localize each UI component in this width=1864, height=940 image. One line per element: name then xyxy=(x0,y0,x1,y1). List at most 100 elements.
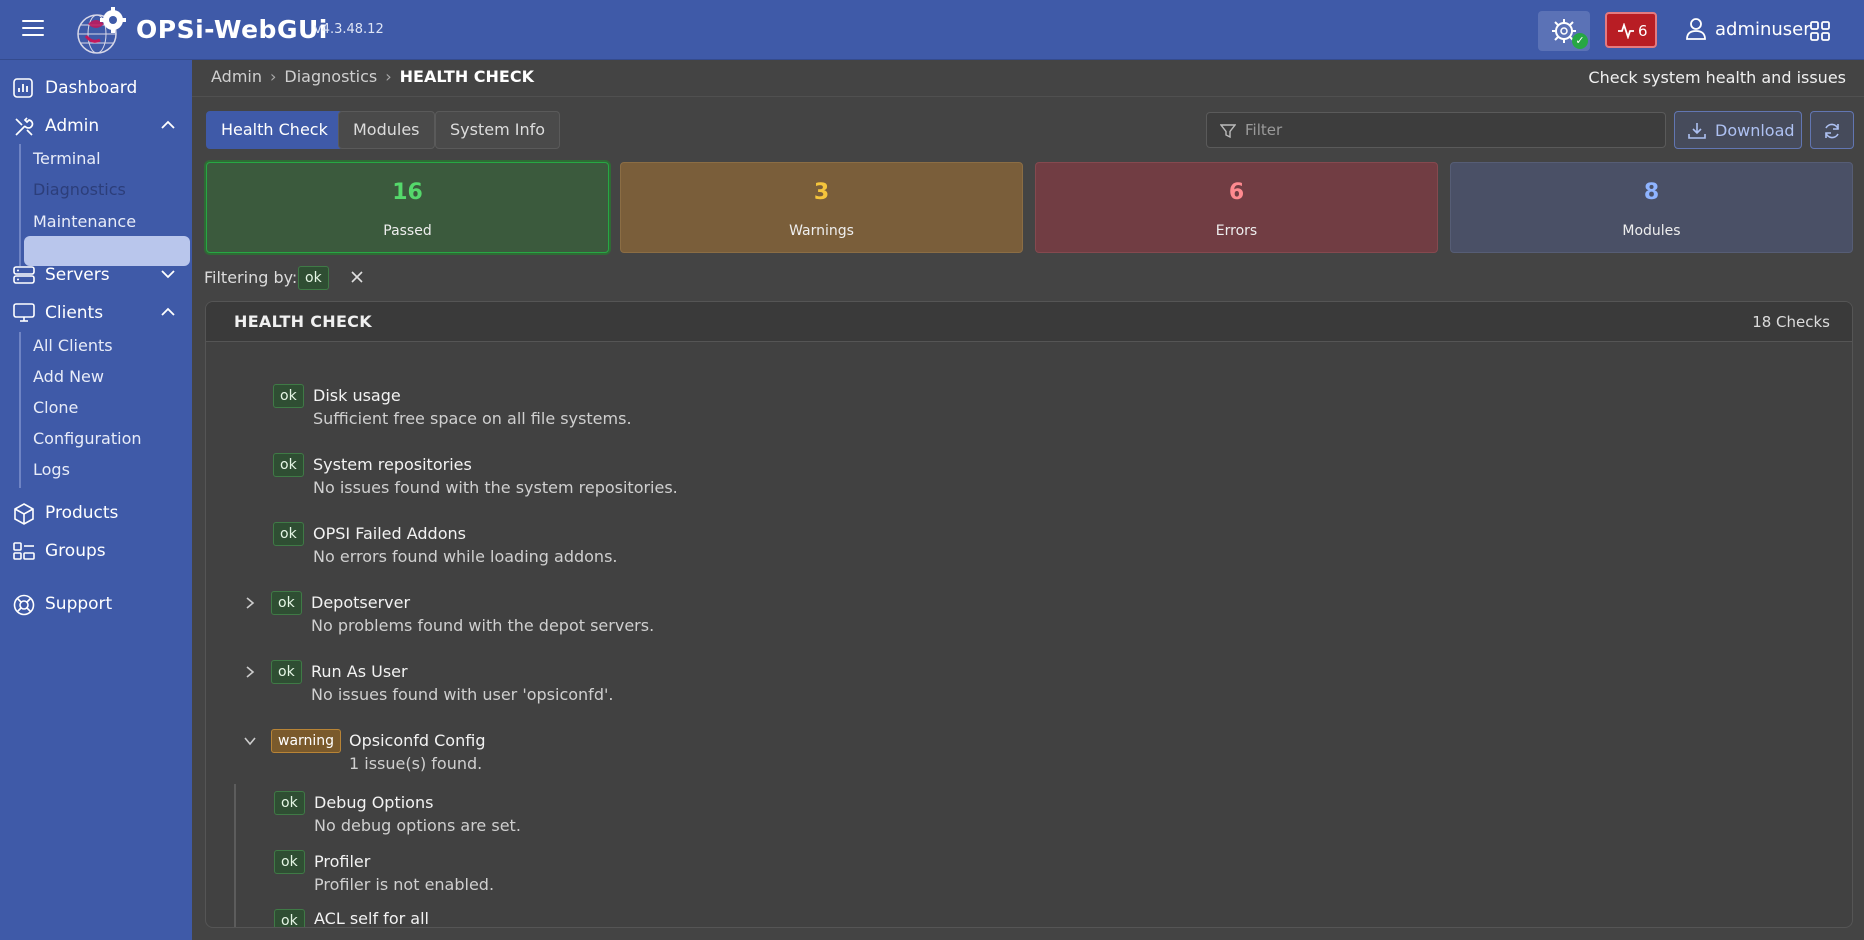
breadcrumb-current: HEALTH CHECK xyxy=(399,67,534,86)
summary-card-warnings[interactable]: 3 Warnings xyxy=(620,162,1023,253)
nav-products-label: Products xyxy=(45,503,119,523)
status-badge: ok xyxy=(274,850,305,874)
nav-clients[interactable]: Clients xyxy=(0,296,192,330)
check-message: Sufficient free space on all file system… xyxy=(313,409,632,428)
modules-count: 8 xyxy=(1643,180,1660,205)
sidebar-item-add-new[interactable]: Add New xyxy=(33,367,104,386)
nav-groups-label: Groups xyxy=(45,541,106,561)
panel-header: HEALTH CHECK 18 Checks xyxy=(206,302,1852,342)
chevron-up-icon xyxy=(161,307,175,316)
sidebar-item-clone[interactable]: Clone xyxy=(33,398,78,417)
clients-subnav xyxy=(19,332,21,488)
status-badge: ok xyxy=(273,384,304,408)
filter-field xyxy=(1206,112,1666,148)
nav-groups[interactable]: Groups xyxy=(0,534,192,568)
opsi-logo xyxy=(77,7,126,54)
check-message: No issues found with user 'opsiconfd'. xyxy=(311,685,614,704)
check-title: Disk usage xyxy=(313,386,401,405)
server-status-button[interactable]: ✓ xyxy=(1538,11,1590,51)
summary-card-passed[interactable]: 16 Passed xyxy=(206,162,609,253)
check-row: ok Disk usage Sufficient free space on a… xyxy=(206,384,1852,442)
check-row-expandable[interactable]: ok Run As User No issues found with user… xyxy=(206,660,1852,718)
status-badge: ok xyxy=(271,660,302,684)
status-badge: ok xyxy=(271,591,302,615)
apps-grid-icon[interactable] xyxy=(1810,21,1830,41)
tab-health-check[interactable]: Health Check xyxy=(206,111,343,149)
panel-title: HEALTH CHECK xyxy=(234,312,372,331)
refresh-button[interactable] xyxy=(1810,111,1854,149)
nav-dashboard[interactable]: Dashboard xyxy=(0,71,192,105)
sidebar-item-configuration[interactable]: Configuration xyxy=(33,429,142,448)
refresh-icon xyxy=(1825,123,1839,139)
check-title: Opsiconfd Config xyxy=(349,731,486,750)
check-title: OPSI Failed Addons xyxy=(313,524,466,543)
passed-label: Passed xyxy=(383,223,432,239)
user-menu[interactable]: adminuser xyxy=(1715,19,1811,40)
filter-icon xyxy=(1220,124,1236,139)
nav-admin[interactable]: Admin xyxy=(0,109,192,143)
check-message: No errors found while loading addons. xyxy=(313,547,618,566)
nav-dashboard-label: Dashboard xyxy=(45,78,138,98)
tab-modules[interactable]: Modules xyxy=(338,111,435,149)
sidebar-item-logs[interactable]: Logs xyxy=(33,460,70,479)
admin-subnav xyxy=(19,144,21,266)
status-badge: ok xyxy=(274,791,305,815)
header-divider xyxy=(192,96,1864,97)
sidebar-item-terminal[interactable]: Terminal xyxy=(33,149,101,168)
summary-card-errors[interactable]: 6 Errors xyxy=(1035,162,1438,253)
filter-chip: ok xyxy=(298,266,329,290)
box-icon xyxy=(14,503,34,525)
nav-support[interactable]: Support xyxy=(0,587,192,621)
health-alert-button[interactable]: 6 xyxy=(1605,12,1657,48)
errors-count: 6 xyxy=(1228,180,1245,205)
nav-products[interactable]: Products xyxy=(0,496,192,530)
sidebar-item-all-clients[interactable]: All Clients xyxy=(33,336,113,355)
warnings-count: 3 xyxy=(813,180,830,205)
sidebar-item-diagnostics[interactable]: Diagnostics xyxy=(33,180,126,199)
sub-check-row: ok Profiler Profiler is not enabled. xyxy=(206,850,1852,908)
sub-check-row: ok ACL self for all xyxy=(206,909,1852,927)
clear-filter-icon[interactable] xyxy=(349,269,365,285)
sub-check-row: ok Debug Options No debug options are se… xyxy=(206,791,1852,849)
health-check-panel: HEALTH CHECK 18 Checks ok Disk usage Suf… xyxy=(205,301,1853,928)
checks-count: 18 Checks xyxy=(1752,313,1830,331)
chevron-down-icon[interactable] xyxy=(243,735,257,747)
download-label: Download xyxy=(1715,121,1795,140)
tab-system-info[interactable]: System Info xyxy=(435,111,561,149)
server-icon xyxy=(13,266,35,284)
status-badge: ok xyxy=(273,522,304,546)
check-row-expanded[interactable]: warning Opsiconfd Config 1 issue(s) foun… xyxy=(206,729,1852,787)
app-brand: OPSi-WebGUi xyxy=(136,15,328,44)
summary-card-modules[interactable]: 8 Modules xyxy=(1450,162,1853,253)
menu-toggle-icon[interactable] xyxy=(22,20,44,38)
check-message: No issues found with the system reposito… xyxy=(313,478,678,497)
download-icon xyxy=(1688,123,1706,139)
chevron-right-icon[interactable] xyxy=(244,596,256,610)
alert-count: 6 xyxy=(1638,22,1648,40)
groups-icon xyxy=(13,542,35,560)
check-row: ok System repositories No issues found w… xyxy=(206,453,1852,511)
app-version: v4.3.48.12 xyxy=(314,22,384,37)
nav-support-label: Support xyxy=(45,594,113,614)
sidebar-item-maintenance[interactable]: Maintenance xyxy=(33,212,136,231)
check-title: Debug Options xyxy=(314,793,434,812)
nav-servers-label: Servers xyxy=(45,265,110,285)
passed-count: 16 xyxy=(392,180,423,205)
monitor-icon xyxy=(13,303,35,322)
check-title: Run As User xyxy=(311,662,408,681)
chevron-right-icon[interactable] xyxy=(244,665,256,679)
download-button[interactable]: Download xyxy=(1674,111,1802,149)
check-message: Profiler is not enabled. xyxy=(314,875,495,894)
status-badge: ok xyxy=(274,909,305,927)
nav-servers[interactable]: Servers xyxy=(0,258,192,292)
filter-input[interactable] xyxy=(1245,113,1655,147)
status-ok-icon: ✓ xyxy=(1572,33,1588,49)
check-row: ok OPSI Failed Addons No errors found wh… xyxy=(206,522,1852,580)
check-message: No debug options are set. xyxy=(314,816,521,835)
check-title: Profiler xyxy=(314,852,371,871)
breadcrumb-admin[interactable]: Admin xyxy=(211,67,262,86)
chevron-up-icon xyxy=(161,120,175,129)
breadcrumb-diagnostics[interactable]: Diagnostics xyxy=(284,67,377,86)
lifebuoy-icon xyxy=(13,594,35,616)
check-row-expandable[interactable]: ok Depotserver No problems found with th… xyxy=(206,591,1852,649)
